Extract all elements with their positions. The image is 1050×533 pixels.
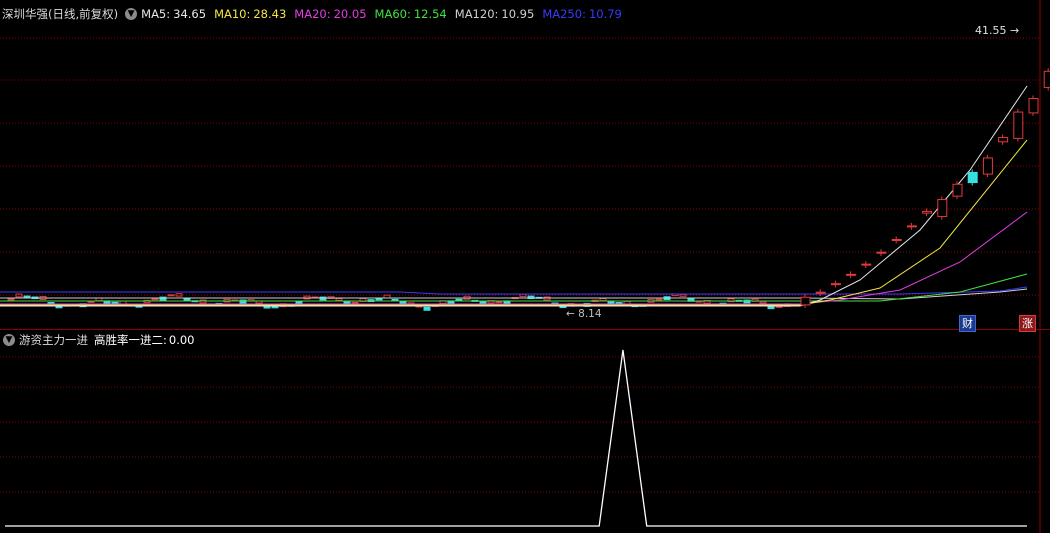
ma120-item: MA120: 10.95 <box>454 7 535 21</box>
candle-history <box>375 297 383 301</box>
candle-history <box>495 301 503 304</box>
candle-history <box>271 306 279 309</box>
candle <box>982 157 993 175</box>
chevron-down-icon[interactable]: ▼ <box>3 334 15 346</box>
candle <box>1043 70 1050 88</box>
candle-history <box>679 294 687 297</box>
stock-title: 深圳华强(日线,前复权) <box>2 7 119 21</box>
candle-history <box>351 301 359 304</box>
high-price-label: 41.55 → <box>975 24 1020 37</box>
indicator-chart <box>0 330 1041 533</box>
candle-history <box>111 301 119 305</box>
candle-history <box>423 306 431 311</box>
candle-history <box>167 294 175 297</box>
ma250-item: MA250: 10.79 <box>542 7 622 21</box>
candle-history <box>655 298 663 301</box>
candle <box>952 183 963 197</box>
ma-legend: 深圳华强(日线,前复权) ▼ MA5: 34.65 MA10: 28.43 MA20… <box>0 5 630 23</box>
candle-history <box>775 305 783 308</box>
candle-history <box>759 301 767 304</box>
indicator-value: 0.00 <box>168 333 195 347</box>
candle-history <box>47 302 55 305</box>
ma5-line <box>0 85 1028 307</box>
low-price-label: ← 8.14 <box>566 308 602 320</box>
candle <box>1028 97 1039 114</box>
candle-history <box>615 302 623 305</box>
indicator-panel[interactable] <box>0 330 1050 533</box>
candle-history <box>7 298 15 301</box>
candle <box>876 251 887 254</box>
candle-history <box>87 300 95 303</box>
limit-up-badge[interactable]: 涨 <box>1019 315 1036 332</box>
candle <box>846 273 857 276</box>
candle-history <box>239 299 247 304</box>
candle <box>998 137 1009 143</box>
candle-history <box>391 298 399 301</box>
ma20-item: MA20: 20.05 <box>294 7 367 21</box>
ma60-line <box>0 273 1028 302</box>
indicator-legend: ▼ 游资主力一进 高胜率一进二: 0.00 <box>0 331 194 349</box>
candle <box>937 199 948 218</box>
candle <box>906 225 917 228</box>
ma250-line <box>0 286 1028 295</box>
indicator-name: 游资主力一进 <box>19 333 88 347</box>
chevron-down-icon[interactable]: ▼ <box>125 8 138 20</box>
candle-history <box>599 298 607 302</box>
ma10-line <box>0 139 1028 306</box>
candle-history <box>175 293 183 297</box>
panel-divider <box>0 329 1050 330</box>
candle <box>800 296 811 306</box>
candle-history <box>335 298 343 301</box>
price-chart <box>0 0 1050 330</box>
ma60-item: MA60: 12.54 <box>374 7 447 21</box>
indicator-line <box>5 349 1027 527</box>
indicator-label: 高胜率一进二: <box>94 333 167 347</box>
candle-history <box>151 298 159 301</box>
candle <box>861 263 872 266</box>
candle-history <box>295 301 303 305</box>
candle <box>1013 111 1024 139</box>
candle <box>922 210 933 214</box>
price-chart-panel[interactable] <box>0 0 1050 330</box>
candle <box>815 291 826 294</box>
candle <box>967 171 978 184</box>
finance-badge[interactable]: 财 <box>959 315 976 332</box>
candle <box>891 238 902 241</box>
candle <box>830 283 841 286</box>
ma10-item: MA10: 28.43 <box>214 7 287 21</box>
ma5-item: MA5: 34.65 <box>141 7 207 21</box>
candle-history <box>455 298 463 301</box>
